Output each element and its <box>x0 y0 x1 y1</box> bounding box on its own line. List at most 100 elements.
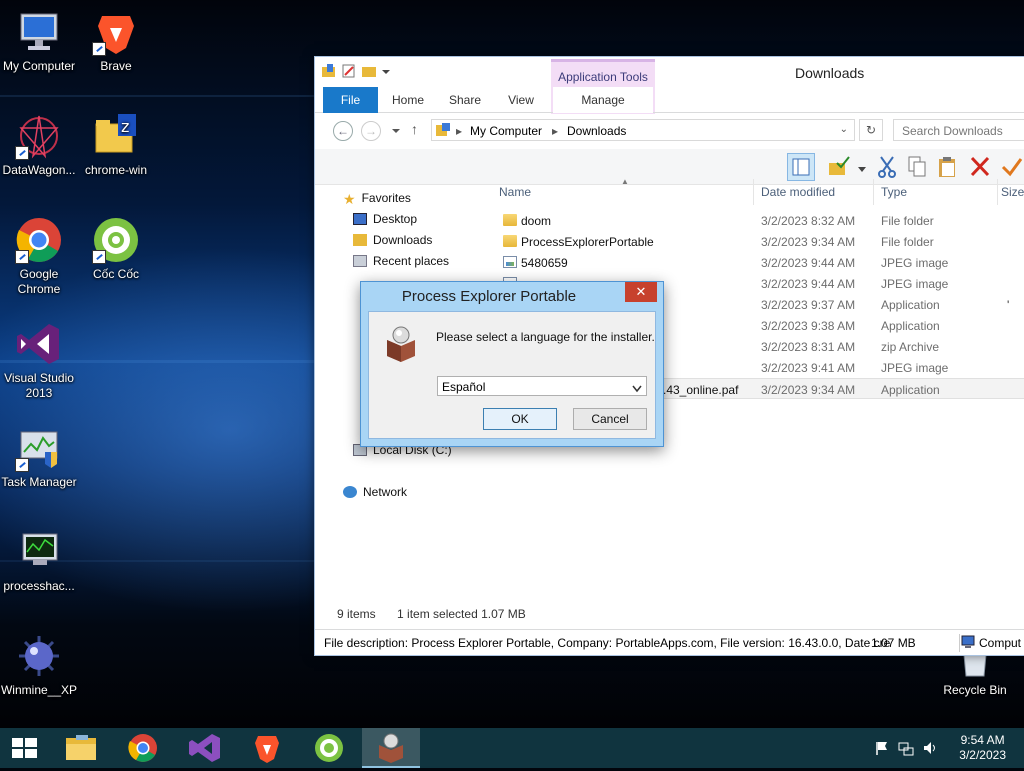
nav-recent-places[interactable]: Recent places <box>353 252 449 270</box>
computer-location-icon <box>436 123 452 140</box>
file-date: 3/2/2023 9:37 AM <box>761 298 856 312</box>
desktop-icon-label: Google Chrome <box>17 267 61 296</box>
language-select[interactable]: Español <box>437 376 647 396</box>
taskbar-brave[interactable] <box>238 728 296 768</box>
properties-icon[interactable] <box>341 63 357 79</box>
refresh-button[interactable]: ↻ <box>859 119 883 141</box>
file-row[interactable]: 5480659 3/2/2023 9:44 AM JPEG image <box>487 252 1024 273</box>
desktop-icon-coc-coc[interactable]: Cốc Cốc <box>75 216 157 282</box>
item-count: 9 items <box>337 607 376 621</box>
column-divider <box>873 179 874 205</box>
taskbar-visual-studio[interactable] <box>176 728 234 768</box>
desktop-icon-processhacker[interactable]: processhac... <box>0 528 80 594</box>
desktop-icon-chrome-win[interactable]: z chrome-win <box>75 112 157 178</box>
column-header-type[interactable]: Type <box>881 185 907 199</box>
desktop-icon-label: Winmine__XP <box>0 683 78 697</box>
recent-locations-icon[interactable] <box>391 125 401 135</box>
desktop-icon-label: Visual Studio 2013 <box>4 371 74 400</box>
desktop-icon-visual-studio[interactable]: Visual Studio 2013 <box>0 320 80 401</box>
coccoc-icon <box>92 216 140 264</box>
nav-label: Network <box>363 485 408 499</box>
computer-small-icon <box>961 635 975 652</box>
column-header-name[interactable]: Name <box>499 185 531 199</box>
visual-studio-icon <box>189 734 220 762</box>
nav-label: Desktop <box>373 212 418 226</box>
tab-file[interactable]: File <box>323 87 378 113</box>
selection-info: 1 item selected 1.07 MB <box>397 607 526 621</box>
nav-desktop[interactable]: Desktop <box>353 210 417 228</box>
file-date: 3/2/2023 9:44 AM <box>761 277 856 291</box>
breadcrumb-separator-icon: ▸ <box>552 124 559 138</box>
forward-button[interactable]: → <box>361 121 381 141</box>
taskbar-process-explorer-installer[interactable] <box>362 728 420 768</box>
folder-icon <box>503 214 517 226</box>
shortcut-arrow-icon <box>92 250 106 264</box>
desktop-icon-winmine[interactable]: Winmine__XP <box>0 632 80 698</box>
shortcut-arrow-icon <box>92 42 106 56</box>
desktop-icon <box>353 213 367 225</box>
desktop-icon-label: My Computer <box>2 59 76 73</box>
nav-favorites[interactable]: ★ Favorites <box>343 189 411 207</box>
clock[interactable]: 9:54 AM 3/2/2023 <box>959 733 1006 763</box>
column-header-size[interactable]: Size <box>1001 185 1024 199</box>
tab-share[interactable]: Share <box>443 87 487 113</box>
taskbar: 9:54 AM 3/2/2023 <box>0 728 1024 768</box>
cancel-button[interactable]: Cancel <box>573 408 647 430</box>
sort-arrow-icon: ▲ <box>621 177 629 186</box>
shortcut-arrow-icon <box>15 146 29 160</box>
nav-downloads[interactable]: Downloads <box>353 231 432 249</box>
taskbar-coc-coc[interactable] <box>300 728 358 768</box>
computer-icon <box>15 8 63 56</box>
tab-manage[interactable]: Manage <box>553 87 653 113</box>
network-tray-icon[interactable] <box>898 740 914 756</box>
visual-studio-icon <box>15 320 63 368</box>
close-button[interactable]: ✕ <box>625 282 657 302</box>
tab-view[interactable]: View <box>499 87 543 113</box>
details-bar: File description: Process Explorer Porta… <box>315 629 1024 655</box>
chevron-down-icon[interactable] <box>857 163 867 177</box>
task-manager-icon <box>15 424 63 472</box>
folder-icon <box>503 235 517 247</box>
address-row: ← → ↑ ▸ My Computer ▸ Downloads ⌄ ↻ Sear… <box>315 115 1024 147</box>
back-button[interactable]: ← <box>333 121 353 141</box>
volume-icon[interactable] <box>922 740 938 756</box>
breadcrumb-my-computer[interactable]: My Computer <box>470 124 542 138</box>
chrome-icon <box>15 216 63 264</box>
tab-home[interactable]: Home <box>385 87 431 113</box>
file-row[interactable]: doom 3/2/2023 8:32 AM File folder <box>487 210 1024 231</box>
address-bar[interactable]: ▸ My Computer ▸ Downloads ⌄ <box>431 119 855 141</box>
taskbar-file-explorer[interactable] <box>52 728 110 768</box>
chevron-down-icon[interactable]: ⌄ <box>840 124 848 135</box>
nav-network[interactable]: Network <box>343 483 407 501</box>
installer-icon <box>383 324 419 367</box>
svg-text:z: z <box>121 117 129 136</box>
search-input[interactable]: Search Downloads <box>893 119 1024 141</box>
desktop-icon-datawagon[interactable]: DataWagon... <box>0 112 80 178</box>
folder-properties-icon[interactable] <box>321 63 337 79</box>
file-date: 3/2/2023 8:31 AM <box>761 340 856 354</box>
selected-language: Español <box>442 380 486 394</box>
taskbar-chrome[interactable] <box>114 728 172 768</box>
file-name: 5480659 <box>521 256 568 270</box>
new-folder-icon[interactable] <box>361 63 377 79</box>
file-name: .43_online.paf <box>663 383 739 397</box>
column-header-date[interactable]: Date modified <box>761 185 835 199</box>
file-type: Application <box>881 383 940 397</box>
up-arrow-icon[interactable]: ↑ <box>411 121 418 137</box>
file-type: JPEG image <box>881 361 949 375</box>
start-button[interactable] <box>0 728 48 768</box>
desktop-icon-label: Cốc Cốc <box>92 267 139 281</box>
file-row[interactable]: ProcessExplorerPortable 3/2/2023 9:34 AM… <box>487 231 1024 252</box>
desktop-icon-brave[interactable]: Brave <box>75 8 157 74</box>
desktop-icon-task-manager[interactable]: Task Manager <box>0 424 80 490</box>
desktop-icon-google-chrome[interactable]: Google Chrome <box>0 216 80 297</box>
chevron-down-icon[interactable] <box>381 63 391 79</box>
action-center-flag-icon[interactable] <box>874 740 890 756</box>
breadcrumb-downloads[interactable]: Downloads <box>567 124 626 138</box>
column-divider <box>753 179 754 205</box>
ok-button[interactable]: OK <box>483 408 557 430</box>
nav-label: Favorites <box>361 191 411 205</box>
quick-access-toolbar <box>321 63 391 79</box>
file-date: 3/2/2023 8:32 AM <box>761 214 856 228</box>
desktop-icon-my-computer[interactable]: My Computer <box>0 8 80 74</box>
